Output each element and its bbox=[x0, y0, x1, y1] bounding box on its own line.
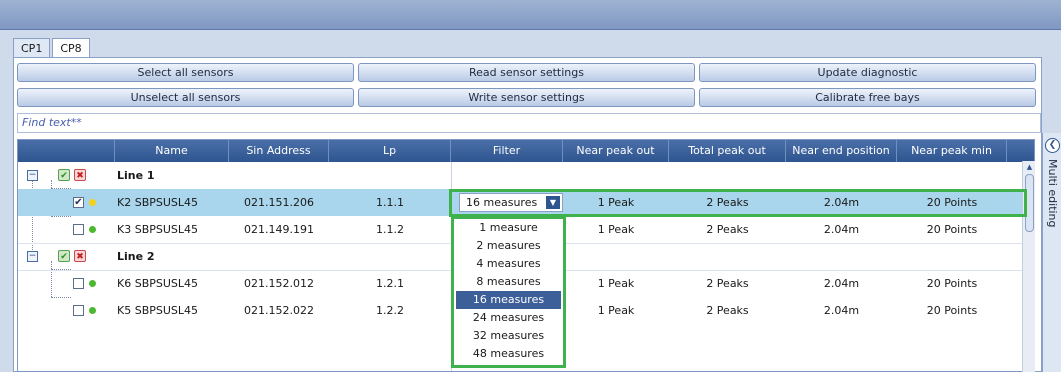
select-group-icon[interactable]: ✔ bbox=[58, 169, 70, 181]
cell-lp: 1.1.1 bbox=[376, 196, 404, 209]
filter-option[interactable]: 1 measure bbox=[456, 219, 561, 237]
unselect-all-sensors-button[interactable]: Unselect all sensors bbox=[17, 88, 354, 107]
write-sensor-settings-button[interactable]: Write sensor settings bbox=[358, 88, 695, 107]
cell-total-peak-out: 2 Peaks bbox=[706, 223, 749, 236]
multi-editing-panel[interactable]: ❮ Multi editing bbox=[1042, 133, 1061, 372]
cell-lp: 1.2.1 bbox=[376, 277, 404, 290]
filter-option[interactable]: 32 measures bbox=[456, 327, 561, 345]
cell-sin-address: 021.149.191 bbox=[244, 223, 314, 236]
select-all-sensors-button[interactable]: Select all sensors bbox=[17, 63, 354, 82]
filter-option[interactable]: 24 measures bbox=[456, 309, 561, 327]
filter-option[interactable]: 2 measures bbox=[456, 237, 561, 255]
cell-near-peak-min-value: 20 Points bbox=[926, 223, 978, 236]
cell-near-peak-min-value: 20 Points bbox=[926, 304, 978, 317]
filter-select[interactable]: 16 measures ▼ bbox=[459, 193, 563, 212]
filter-option-selected[interactable]: 16 measures bbox=[456, 291, 561, 309]
cell-lp: 1.1.2 bbox=[376, 223, 404, 236]
cell-total-peak-out: 2 Peaks bbox=[706, 196, 749, 209]
cell-near-peak-min-value: 20 Points bbox=[926, 196, 978, 209]
group-label: Line 1 bbox=[117, 169, 155, 182]
cell-near-peak-min-value: 20 Points bbox=[926, 277, 978, 290]
group-label: Line 2 bbox=[117, 250, 155, 263]
multi-editing-label: Multi editing bbox=[1046, 159, 1059, 228]
search-placeholder: Find text** bbox=[22, 116, 82, 129]
filter-option[interactable]: 8 measures bbox=[456, 273, 561, 291]
search-input[interactable]: Find text** bbox=[17, 113, 1041, 133]
cell-name: K5 SBPSUSL45 bbox=[117, 304, 199, 317]
unselect-group-icon[interactable]: ✖ bbox=[74, 169, 86, 181]
read-sensor-settings-button[interactable]: Read sensor settings bbox=[358, 63, 695, 82]
button-row-1: Select all sensors Read sensor settings … bbox=[17, 63, 1036, 82]
collapse-icon[interactable]: − bbox=[27, 170, 38, 181]
status-yellow-icon bbox=[89, 199, 96, 206]
tab-strip: CP1 CP8 bbox=[13, 38, 92, 58]
cell-near-end-position: 2.04m bbox=[823, 223, 860, 236]
update-diagnostic-button[interactable]: Update diagnostic bbox=[699, 63, 1036, 82]
cell-sin-address: 021.152.022 bbox=[244, 304, 314, 317]
row-checkbox[interactable] bbox=[73, 305, 84, 316]
select-group-icon[interactable]: ✔ bbox=[58, 250, 70, 262]
cell-near-peak-out: 1 Peak bbox=[597, 196, 635, 209]
header-spacer bbox=[18, 140, 115, 162]
header-near-peak-min-value[interactable]: Near peak min value bbox=[897, 140, 1007, 179]
collapse-icon[interactable]: − bbox=[27, 251, 38, 262]
header-near-end-position[interactable]: Near end position bbox=[786, 140, 897, 162]
row-checkbox[interactable] bbox=[73, 224, 84, 235]
unselect-group-icon[interactable]: ✖ bbox=[74, 250, 86, 262]
cell-total-peak-out: 2 Peaks bbox=[706, 304, 749, 317]
status-green-icon bbox=[89, 307, 96, 314]
cell-near-peak-out: 1 Peak bbox=[597, 304, 635, 317]
title-bar bbox=[0, 0, 1061, 30]
row-checkbox[interactable] bbox=[73, 278, 84, 289]
grid-scrollbar[interactable]: ▲ bbox=[1022, 161, 1035, 372]
row-checkbox[interactable]: ✔ bbox=[73, 197, 84, 208]
cell-sin-address: 021.152.012 bbox=[244, 277, 314, 290]
filter-option[interactable]: 4 measures bbox=[456, 255, 561, 273]
cell-name: K2 SBPSUSL45 bbox=[117, 196, 199, 209]
status-green-icon bbox=[89, 280, 96, 287]
header-near-peak-out[interactable]: Near peak out bbox=[563, 140, 669, 162]
cell-near-peak-out: 1 Peak bbox=[597, 277, 635, 290]
grid-header: Name Sin Address Lp Filter Near peak out… bbox=[18, 140, 1034, 179]
cell-sin-address: 021.151.206 bbox=[244, 196, 314, 209]
cell-name: K6 SBPSUSL45 bbox=[117, 277, 199, 290]
header-total-peak-out[interactable]: Total peak out bbox=[669, 140, 786, 162]
cell-near-end-position: 2.04m bbox=[823, 196, 860, 209]
header-name[interactable]: Name bbox=[115, 140, 229, 162]
chevron-left-icon[interactable]: ❮ bbox=[1045, 138, 1060, 153]
cell-name: K3 SBPSUSL45 bbox=[117, 223, 199, 236]
header-sin-address[interactable]: Sin Address bbox=[229, 140, 329, 162]
scroll-up-arrow-icon[interactable]: ▲ bbox=[1023, 161, 1036, 173]
scroll-thumb[interactable] bbox=[1025, 174, 1034, 232]
status-green-icon bbox=[89, 226, 96, 233]
filter-selected-value: 16 measures bbox=[466, 196, 538, 209]
filter-option[interactable]: 48 measures bbox=[456, 345, 561, 363]
chevron-down-icon[interactable]: ▼ bbox=[546, 196, 560, 209]
cell-near-end-position: 2.04m bbox=[823, 277, 860, 290]
header-lp[interactable]: Lp bbox=[329, 140, 451, 162]
calibrate-free-bays-button[interactable]: Calibrate free bays bbox=[699, 88, 1036, 107]
cell-lp: 1.2.2 bbox=[376, 304, 404, 317]
group-row-line-1[interactable]: − ✔ ✖ Line 1 bbox=[18, 162, 1024, 189]
filter-dropdown-list: 1 measure 2 measures 4 measures 8 measur… bbox=[451, 216, 566, 368]
tab-cp1[interactable]: CP1 bbox=[13, 38, 51, 58]
cell-near-peak-out: 1 Peak bbox=[597, 223, 635, 236]
button-row-2: Unselect all sensors Write sensor settin… bbox=[17, 88, 1036, 107]
cell-total-peak-out: 2 Peaks bbox=[706, 277, 749, 290]
tab-cp8[interactable]: CP8 bbox=[52, 38, 90, 58]
cell-near-end-position: 2.04m bbox=[823, 304, 860, 317]
header-filter[interactable]: Filter bbox=[451, 140, 563, 162]
